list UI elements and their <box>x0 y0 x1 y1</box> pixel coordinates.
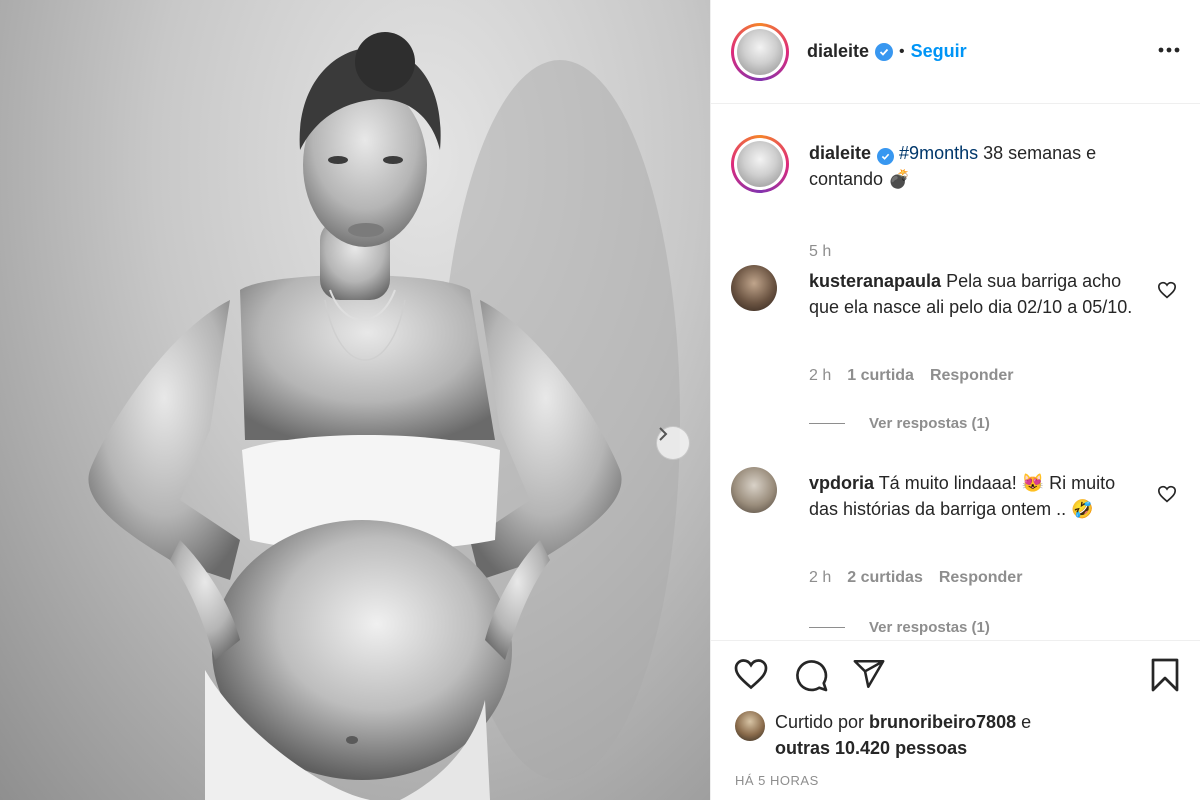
caption-username[interactable]: dialeite <box>809 143 871 163</box>
comments-list[interactable]: dialeite #9months 38 semanas e contando … <box>711 105 1200 640</box>
comment-likes-count[interactable]: 2 curtidas <box>847 569 923 587</box>
replies-divider <box>809 423 845 424</box>
photo-illustration <box>88 32 680 800</box>
likes-text: Curtido por brunoribeiro7808 e outras 10… <box>775 709 1181 761</box>
comment-time[interactable]: 2 h <box>809 367 831 385</box>
post-header: dialeite • Seguir <box>711 0 1200 104</box>
comment-likes-count[interactable]: 1 curtida <box>847 367 914 385</box>
comment-icon[interactable] <box>793 657 829 698</box>
reply-button[interactable]: Responder <box>930 367 1014 385</box>
commenter-avatar[interactable] <box>731 265 777 311</box>
comment-time[interactable]: 2 h <box>809 569 831 587</box>
follow-button[interactable]: Seguir <box>911 41 967 62</box>
author-username[interactable]: dialeite <box>807 41 869 62</box>
liker-avatar[interactable] <box>735 711 765 741</box>
liker-username[interactable]: brunoribeiro7808 <box>869 712 1016 732</box>
comment-username[interactable]: kusteranapaula <box>809 271 941 291</box>
comment-meta: 2 h 2 curtidas Responder <box>809 569 1022 587</box>
post-photo[interactable] <box>0 0 710 800</box>
commenter-avatar[interactable] <box>731 467 777 513</box>
comment-item: kusteranapaula Pela sua barriga acho que… <box>731 265 1181 445</box>
comment-username[interactable]: vpdoria <box>809 473 874 493</box>
post-sidebar: dialeite • Seguir dialeite #9months 38 s… <box>710 0 1200 800</box>
verified-badge-icon <box>877 148 895 165</box>
comment-meta: 2 h 1 curtida Responder <box>809 367 1014 385</box>
reply-button[interactable]: Responder <box>939 569 1023 587</box>
separator-dot: • <box>899 42 905 60</box>
more-options-icon[interactable] <box>1158 40 1180 58</box>
verified-badge-icon <box>875 42 894 61</box>
likes-summary: Curtido por brunoribeiro7808 e outras 10… <box>735 709 1181 761</box>
view-replies-label: Ver respostas (1) <box>869 415 990 432</box>
caption-meta: 5 h <box>809 243 831 261</box>
share-icon[interactable] <box>851 657 887 696</box>
post-actions: Curtido por brunoribeiro7808 e outras 10… <box>711 640 1200 800</box>
replies-divider <box>809 627 845 628</box>
comment-item: vpdoria Tá muito lindaaa! 😻 Ri muito das… <box>731 467 1181 640</box>
bookmark-icon[interactable] <box>1149 657 1181 698</box>
likes-middle: e <box>1016 712 1032 732</box>
action-bar <box>731 657 1181 697</box>
caption-time[interactable]: 5 h <box>809 243 831 261</box>
caption-item: dialeite #9months 38 semanas e contando … <box>731 135 1181 260</box>
author-avatar[interactable] <box>731 22 789 81</box>
caption-text: dialeite #9months 38 semanas e contando … <box>809 140 1141 192</box>
caption-author-avatar[interactable] <box>731 135 789 193</box>
post-time-ago[interactable]: HÁ 5 HORAS <box>735 773 819 788</box>
heart-icon[interactable] <box>733 657 769 696</box>
comment-like-heart-icon[interactable] <box>1157 281 1177 304</box>
caption-hashtag[interactable]: #9months <box>899 143 978 163</box>
chevron-right-icon <box>659 427 668 441</box>
view-replies-label: Ver respostas (1) <box>869 619 990 636</box>
likes-prefix: Curtido por <box>775 712 870 732</box>
likes-others-link[interactable]: outras 10.420 pessoas <box>775 738 967 758</box>
view-replies-button[interactable]: Ver respostas (1) <box>809 415 990 432</box>
view-replies-button[interactable]: Ver respostas (1) <box>809 619 990 636</box>
comment-text: vpdoria Tá muito lindaaa! 😻 Ri muito das… <box>809 470 1141 522</box>
carousel-next-button[interactable] <box>656 426 690 460</box>
comment-like-heart-icon[interactable] <box>1157 485 1177 508</box>
comment-text: kusteranapaula Pela sua barriga acho que… <box>809 268 1141 320</box>
